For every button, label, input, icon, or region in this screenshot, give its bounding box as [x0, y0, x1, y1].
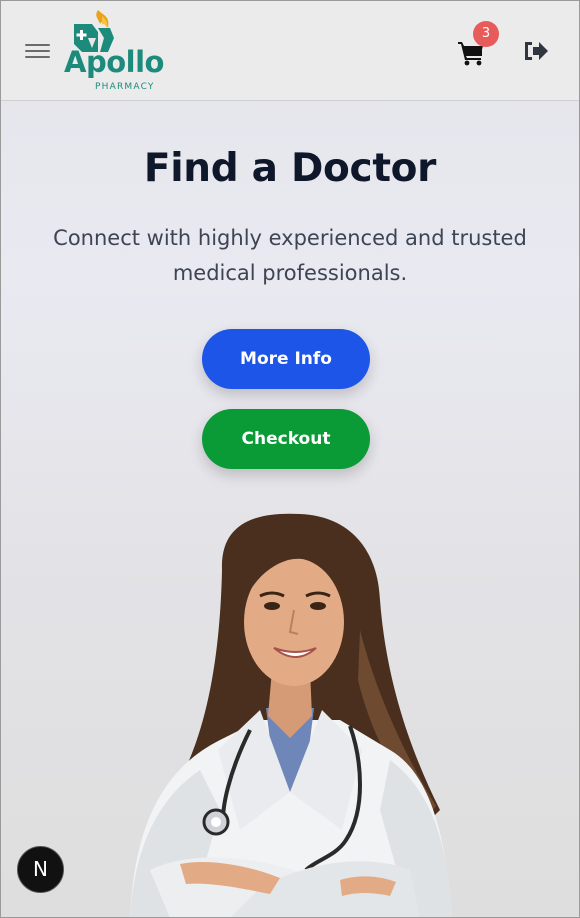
n-badge-button[interactable]: N: [17, 846, 64, 893]
more-info-button[interactable]: More Info: [202, 329, 370, 389]
logo-wordmark: Apollo: [64, 45, 164, 79]
checkout-button[interactable]: Checkout: [202, 409, 370, 469]
hamburger-menu-button[interactable]: [24, 40, 52, 62]
menu-bar-top: [25, 44, 50, 46]
menu-bar-bottom: [25, 56, 50, 58]
cart-count-badge: 3: [473, 21, 499, 47]
page-subtitle: Connect with highly experienced and trus…: [53, 226, 527, 285]
menu-bar-middle: [25, 50, 50, 52]
logout-icon: [525, 42, 548, 60]
page-title: Find a Doctor: [143, 146, 437, 191]
doctor-illustration: [130, 513, 452, 918]
logout-button[interactable]: [522, 38, 550, 64]
apollo-pharmacy-logo[interactable]: Apollo PHARMACY: [64, 8, 164, 96]
top-nav-bar: Apollo PHARMACY 3: [0, 0, 580, 101]
logo-subtext: PHARMACY: [95, 82, 155, 92]
